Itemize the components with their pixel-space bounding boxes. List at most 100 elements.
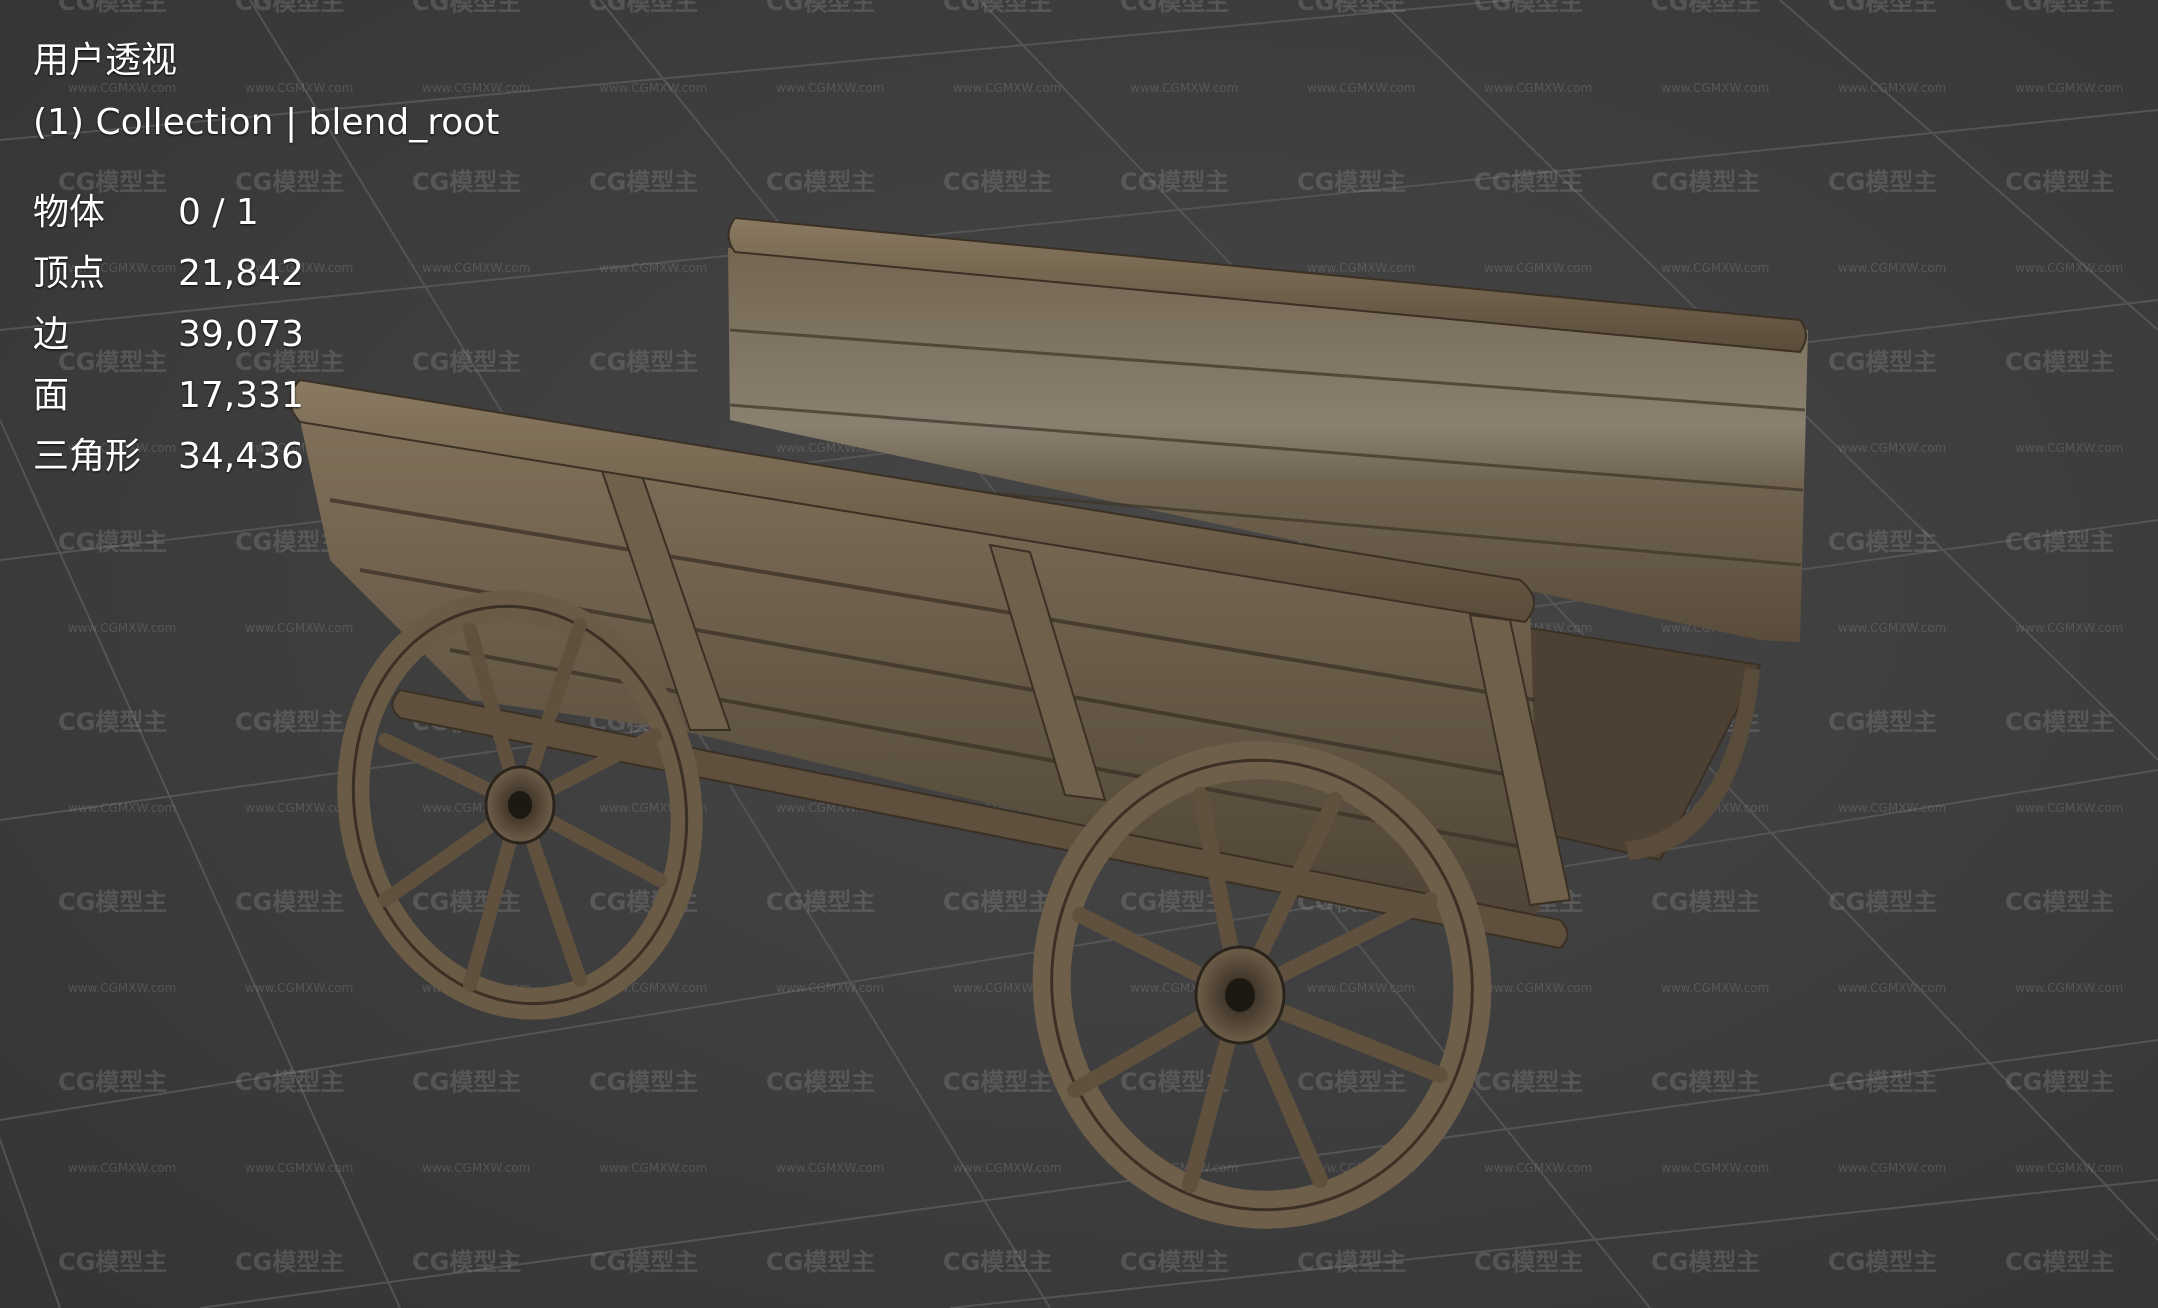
watermark-logo: CG模型主 bbox=[1120, 0, 1229, 16]
watermark-logo: CG模型主 bbox=[589, 1248, 698, 1276]
watermark-logo: CG模型主 bbox=[589, 1068, 698, 1096]
watermark-logo: CG模型主 bbox=[1474, 0, 1583, 16]
watermark-url: www.CGMXW.com bbox=[1484, 1161, 1592, 1175]
watermark-logo: CG模型主 bbox=[58, 1248, 167, 1276]
watermark-url: www.CGMXW.com bbox=[599, 1161, 707, 1175]
watermark-url: www.CGMXW.com bbox=[1661, 1161, 1769, 1175]
watermark-url: www.CGMXW.com bbox=[1838, 981, 1946, 995]
stat-objects-label: 物体 bbox=[33, 192, 106, 233]
watermark-logo: CG模型主 bbox=[1120, 1248, 1229, 1276]
watermark-logo: CG模型主 bbox=[943, 0, 1052, 16]
watermark-logo: CG模型主 bbox=[1297, 1248, 1406, 1276]
watermark-url: www.CGMXW.com bbox=[1838, 81, 1946, 95]
watermark-logo: CG模型主 bbox=[412, 1248, 521, 1276]
watermark-logo: CG模型主 bbox=[943, 888, 1052, 916]
watermark-logo: CG模型主 bbox=[766, 1068, 875, 1096]
watermark-url: www.CGMXW.com bbox=[2015, 621, 2123, 635]
watermark-url: www.CGMXW.com bbox=[953, 1161, 1061, 1175]
watermark-logo: CG模型主 bbox=[235, 888, 344, 916]
viewport-info-overlay: 用户透视 (1) Collection | blend_root 物体 0 / … bbox=[33, 30, 499, 487]
watermark-logo: CG模型主 bbox=[1828, 1068, 1937, 1096]
watermark-url: www.CGMXW.com bbox=[1307, 81, 1415, 95]
watermark-logo: CG模型主 bbox=[58, 528, 167, 556]
watermark-url: www.CGMXW.com bbox=[245, 801, 353, 815]
watermark-logo: CG模型主 bbox=[235, 0, 344, 16]
watermark-url: www.CGMXW.com bbox=[245, 1161, 353, 1175]
watermark-logo: CG模型主 bbox=[235, 1068, 344, 1096]
watermark-url: www.CGMXW.com bbox=[1484, 81, 1592, 95]
watermark-logo: CG模型主 bbox=[1828, 1248, 1937, 1276]
watermark-logo: CG模型主 bbox=[412, 888, 521, 916]
watermark-logo: CG模型主 bbox=[766, 168, 875, 196]
stat-objects-value: 0 / 1 bbox=[178, 192, 259, 233]
watermark-url: www.CGMXW.com bbox=[245, 981, 353, 995]
watermark-logo: CG模型主 bbox=[589, 0, 698, 16]
stat-triangles-label: 三角形 bbox=[33, 436, 142, 477]
watermark-url: www.CGMXW.com bbox=[68, 621, 176, 635]
watermark-url: www.CGMXW.com bbox=[599, 261, 707, 275]
watermark-logo: CG模型主 bbox=[1297, 168, 1406, 196]
watermark-url: www.CGMXW.com bbox=[2015, 441, 2123, 455]
watermark-url: www.CGMXW.com bbox=[1307, 981, 1415, 995]
watermark-logo: CG模型主 bbox=[58, 1068, 167, 1096]
watermark-url: www.CGMXW.com bbox=[2015, 1161, 2123, 1175]
stat-vertices-value: 21,842 bbox=[178, 253, 304, 294]
watermark-logo: CG模型主 bbox=[2005, 348, 2114, 376]
watermark-logo: CG模型主 bbox=[766, 1248, 875, 1276]
watermark-url: www.CGMXW.com bbox=[1838, 801, 1946, 815]
watermark-url: www.CGMXW.com bbox=[68, 801, 176, 815]
watermark-logo: CG模型主 bbox=[412, 0, 521, 16]
watermark-url: www.CGMXW.com bbox=[1838, 621, 1946, 635]
stat-edges-label: 边 bbox=[33, 314, 70, 355]
stat-faces-value: 17,331 bbox=[178, 375, 304, 416]
watermark-url: www.CGMXW.com bbox=[422, 1161, 530, 1175]
watermark-logo: CG模型主 bbox=[1651, 0, 1760, 16]
watermark-url: www.CGMXW.com bbox=[2015, 981, 2123, 995]
watermark-logo: CG模型主 bbox=[58, 0, 167, 16]
watermark-url: www.CGMXW.com bbox=[776, 1161, 884, 1175]
watermark-url: www.CGMXW.com bbox=[1484, 981, 1592, 995]
watermark-logo: CG模型主 bbox=[2005, 528, 2114, 556]
watermark-url: www.CGMXW.com bbox=[1307, 261, 1415, 275]
collection-label: (1) Collection | blend_root bbox=[33, 102, 500, 143]
watermark-logo: CG模型主 bbox=[58, 708, 167, 736]
view-name-label: 用户透视 bbox=[33, 40, 178, 81]
watermark-logo: CG模型主 bbox=[1474, 1068, 1583, 1096]
watermark-logo: CG模型主 bbox=[412, 1068, 521, 1096]
watermark-logo: CG模型主 bbox=[1120, 168, 1229, 196]
watermark-logo: CG模型主 bbox=[1297, 1068, 1406, 1096]
watermark-url: www.CGMXW.com bbox=[1130, 81, 1238, 95]
watermark-url: www.CGMXW.com bbox=[953, 81, 1061, 95]
watermark-url: www.CGMXW.com bbox=[1484, 261, 1592, 275]
watermark-url: www.CGMXW.com bbox=[1661, 261, 1769, 275]
watermark-url: www.CGMXW.com bbox=[1838, 1161, 1946, 1175]
watermark-logo: CG模型主 bbox=[589, 168, 698, 196]
watermark-logo: CG模型主 bbox=[1828, 348, 1937, 376]
watermark-logo: CG模型主 bbox=[1828, 708, 1937, 736]
watermark-logo: CG模型主 bbox=[1828, 528, 1937, 556]
watermark-logo: CG模型主 bbox=[1474, 1248, 1583, 1276]
3d-viewport[interactable]: CG模型主 www.CGMXW.com CG模型主 www.CGMXW.com CG模型… bbox=[0, 0, 2158, 1308]
watermark-logo: CG模型主 bbox=[943, 168, 1052, 196]
watermark-url: www.CGMXW.com bbox=[2015, 81, 2123, 95]
stat-edges-value: 39,073 bbox=[178, 314, 304, 355]
watermark-logo: CG模型主 bbox=[58, 888, 167, 916]
watermark-logo: CG模型主 bbox=[235, 1248, 344, 1276]
watermark-logo: CG模型主 bbox=[2005, 0, 2114, 16]
stat-triangles-value: 34,436 bbox=[178, 436, 304, 477]
watermark-logo: CG模型主 bbox=[766, 0, 875, 16]
watermark-url: www.CGMXW.com bbox=[599, 81, 707, 95]
watermark-logo: CG模型主 bbox=[1651, 888, 1760, 916]
watermark-logo: CG模型主 bbox=[589, 348, 698, 376]
watermark-logo: CG模型主 bbox=[1828, 888, 1937, 916]
watermark-url: www.CGMXW.com bbox=[776, 981, 884, 995]
watermark-url: www.CGMXW.com bbox=[2015, 261, 2123, 275]
stat-vertices-label: 顶点 bbox=[33, 253, 106, 294]
watermark-logo: CG模型主 bbox=[2005, 1068, 2114, 1096]
watermark-logo: CG模型主 bbox=[1297, 0, 1406, 16]
watermark-url: www.CGMXW.com bbox=[68, 1161, 176, 1175]
watermark-url: www.CGMXW.com bbox=[1838, 441, 1946, 455]
watermark-logo: CG模型主 bbox=[1474, 168, 1583, 196]
watermark-logo: CG模型主 bbox=[943, 1248, 1052, 1276]
watermark-url: www.CGMXW.com bbox=[1661, 981, 1769, 995]
